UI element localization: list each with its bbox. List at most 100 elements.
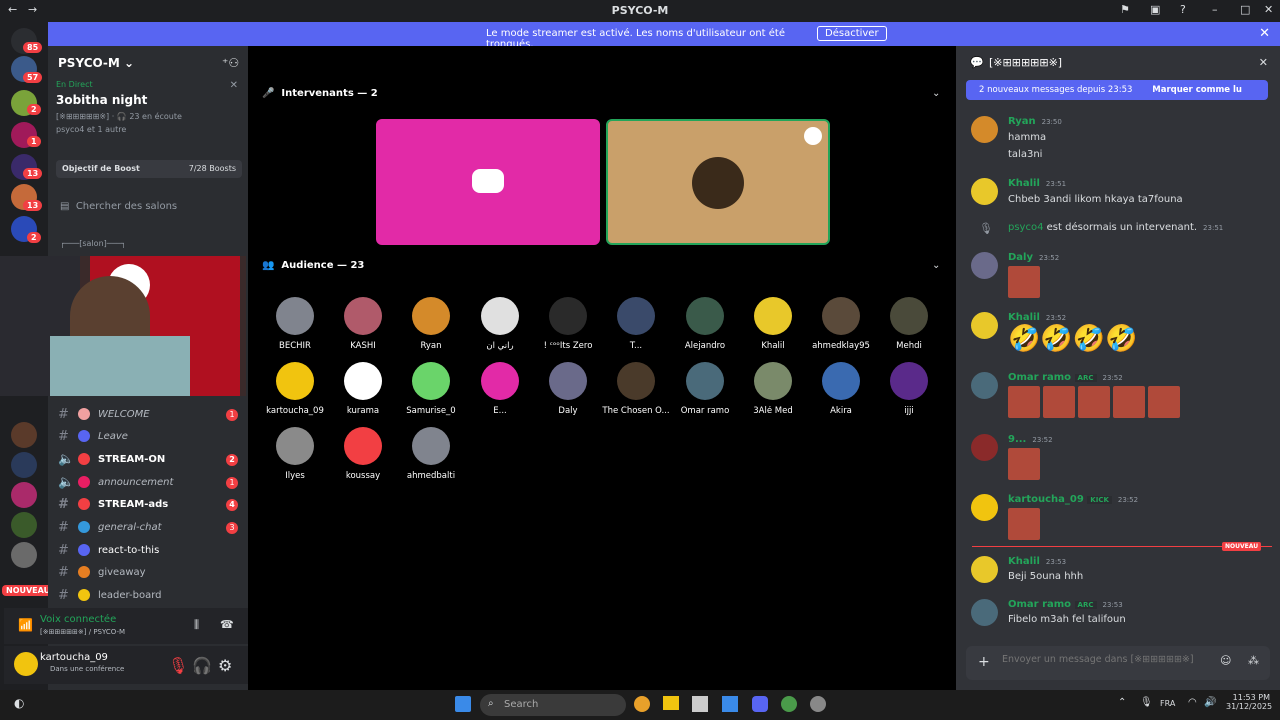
- audience-member[interactable]: E...: [466, 362, 534, 416]
- audience-member[interactable]: koussay: [329, 427, 397, 481]
- start-icon[interactable]: [455, 696, 471, 712]
- guild-icon[interactable]: [11, 542, 37, 568]
- close-banner-icon[interactable]: ✕: [1259, 26, 1270, 41]
- message-input[interactable]: [1002, 654, 1202, 665]
- voice-panel: 📶 Voix connectée [※⊞⊞⊞⊞⊞※] / PSYCO-M ⫼ ☎: [4, 608, 248, 644]
- guild-tag: ARC: [1074, 374, 1097, 382]
- channel-category[interactable]: ┌───[salon]───┐: [60, 239, 126, 248]
- add-attachment-icon[interactable]: +: [978, 654, 990, 670]
- taskbar-search[interactable]: ⌕ Search: [480, 694, 626, 716]
- guild-icon[interactable]: [11, 452, 37, 478]
- tray-expand-icon[interactable]: ⌃: [1118, 697, 1126, 708]
- channel-leader-board[interactable]: # leader-board: [58, 585, 248, 605]
- boost-label: Objectif de Boost: [62, 164, 140, 173]
- audience-member[interactable]: T...: [602, 297, 670, 351]
- flag-icon[interactable]: ⚑: [1120, 3, 1130, 16]
- close-chat-icon[interactable]: ✕: [1259, 56, 1268, 69]
- live-event-card[interactable]: En Direct ✕ 3obitha night [※⊞⊞⊞⊞⊞※] · 🎧 …: [56, 80, 242, 150]
- channel-stream-ads[interactable]: # STREAM-ads 4: [58, 494, 248, 514]
- speaker-tile[interactable]: [376, 119, 600, 245]
- audience-member[interactable]: kurama: [329, 362, 397, 416]
- store-icon[interactable]: [692, 696, 708, 712]
- audience-member[interactable]: ahmedklay95: [807, 297, 875, 351]
- audience-header[interactable]: 👥 Audience — 23: [262, 260, 364, 271]
- soundboard-icon[interactable]: ⫼: [194, 618, 199, 632]
- app-icon[interactable]: [810, 696, 826, 712]
- chrome-icon[interactable]: [634, 696, 650, 712]
- new-messages-bar[interactable]: 2 nouveaux messages depuis 23:53 Marquer…: [966, 80, 1268, 100]
- channel-leave[interactable]: # Leave: [58, 426, 248, 446]
- close-window-icon[interactable]: ✕: [1264, 3, 1273, 16]
- close-event-icon[interactable]: ✕: [230, 80, 238, 91]
- audience-member[interactable]: ahmedbalti: [397, 427, 465, 481]
- audience-member[interactable]: KASHI: [329, 297, 397, 351]
- audience-member[interactable]: Omar ramo: [671, 362, 739, 416]
- speaker-tile[interactable]: [606, 119, 830, 245]
- voice-channel[interactable]: [※⊞⊞⊞⊞⊞※] / PSYCO-M: [40, 628, 125, 636]
- apps-icon[interactable]: ⁂: [1248, 654, 1259, 667]
- file-explorer-icon[interactable]: [663, 696, 679, 710]
- disable-streamer-button[interactable]: Désactiver: [817, 26, 887, 41]
- audience-member[interactable]: BECHIR: [261, 297, 329, 351]
- audience-member[interactable]: Samurise_0: [397, 362, 465, 416]
- wifi-icon[interactable]: ◠: [1188, 697, 1197, 708]
- minimize-icon[interactable]: –: [1212, 3, 1218, 16]
- audience-member[interactable]: Alejandro: [671, 297, 739, 351]
- microphone-icon[interactable]: 🎙: [1140, 697, 1153, 708]
- language-indicator[interactable]: FRA: [1160, 699, 1175, 708]
- audience-member[interactable]: Khalil: [739, 297, 807, 351]
- speakers-header[interactable]: 🎤 Intervenants — 2: [262, 88, 378, 99]
- headphones-icon[interactable]: 🎧: [192, 656, 212, 675]
- audience-member[interactable]: Mehdi: [875, 297, 943, 351]
- invite-icon[interactable]: ⁺⚇: [222, 56, 239, 70]
- audience-member[interactable]: kartoucha_09: [261, 362, 329, 416]
- channel-general-chat[interactable]: # general-chat 3: [58, 517, 248, 537]
- settings-gear-icon[interactable]: ⚙: [218, 656, 232, 675]
- audience-member[interactable]: Ryan: [397, 297, 465, 351]
- help-icon[interactable]: ?: [1180, 3, 1186, 16]
- discord-taskbar-icon[interactable]: [752, 696, 768, 712]
- sticker-image: [1043, 386, 1075, 418]
- channel-search[interactable]: ▤ Chercher des salons: [60, 201, 177, 212]
- audience-member[interactable]: Akira: [807, 362, 875, 416]
- channel-welcome[interactable]: # WELCOME 1: [58, 404, 248, 424]
- avatar: [971, 116, 998, 143]
- guild-badge: 2: [27, 104, 41, 115]
- clock[interactable]: 11:53 PM 31/12/2025: [1226, 693, 1272, 711]
- guild-icon[interactable]: [11, 422, 37, 448]
- channel-react-to-this[interactable]: # react-to-this: [58, 540, 248, 560]
- audience-member[interactable]: The Chosen O...: [602, 362, 670, 416]
- avatar: [971, 599, 998, 626]
- user-panel: kartoucha_09 Dans une conférence 🎙 🎧 ⚙: [4, 646, 248, 684]
- audience-member[interactable]: راني ان: [466, 297, 534, 351]
- maximize-icon[interactable]: □: [1240, 3, 1250, 16]
- mic-icon: 🎙: [979, 222, 993, 235]
- channel-giveaway[interactable]: # giveaway: [58, 562, 248, 582]
- audience-member[interactable]: Daly: [534, 362, 602, 416]
- guild-icon[interactable]: [11, 482, 37, 508]
- guild-icon[interactable]: [11, 512, 37, 538]
- chevron-down-icon[interactable]: ⌄: [932, 88, 940, 99]
- channel-stream-on[interactable]: 🔈 STREAM-ON 2: [58, 449, 248, 469]
- audience-member[interactable]: 3Alé Med: [739, 362, 807, 416]
- chrome-profile-icon[interactable]: [781, 696, 797, 712]
- channel-announcement[interactable]: 🔈 announcement 1: [58, 472, 248, 492]
- inbox-icon[interactable]: ▣: [1150, 3, 1160, 16]
- avatar[interactable]: [14, 652, 38, 676]
- boost-goal[interactable]: Objectif de Boost 7/28 Boosts: [56, 160, 242, 178]
- guild-badge: 2: [27, 232, 41, 243]
- mark-read-button[interactable]: Marquer comme lu: [1152, 85, 1242, 95]
- mute-icon[interactable]: 🎙: [168, 656, 188, 675]
- mail-icon[interactable]: [722, 696, 738, 712]
- disconnect-icon[interactable]: ☎: [220, 618, 234, 631]
- widgets-icon[interactable]: ◐: [14, 696, 24, 710]
- volume-icon[interactable]: 🔊: [1204, 697, 1216, 708]
- audience-member[interactable]: ijji: [875, 362, 943, 416]
- audience-member[interactable]: ! ᶜᵒᵒIts Zero: [534, 297, 602, 351]
- laughing-emoji-icon: 🤣🤣🤣🤣: [1008, 324, 1138, 354]
- audience-member[interactable]: Ilyes: [261, 427, 329, 481]
- server-name[interactable]: PSYCO-M ⌄: [58, 56, 134, 70]
- sticker-image: [1148, 386, 1180, 418]
- chevron-down-icon[interactable]: ⌄: [932, 260, 940, 271]
- sticker-icon[interactable]: ☺: [1220, 654, 1231, 667]
